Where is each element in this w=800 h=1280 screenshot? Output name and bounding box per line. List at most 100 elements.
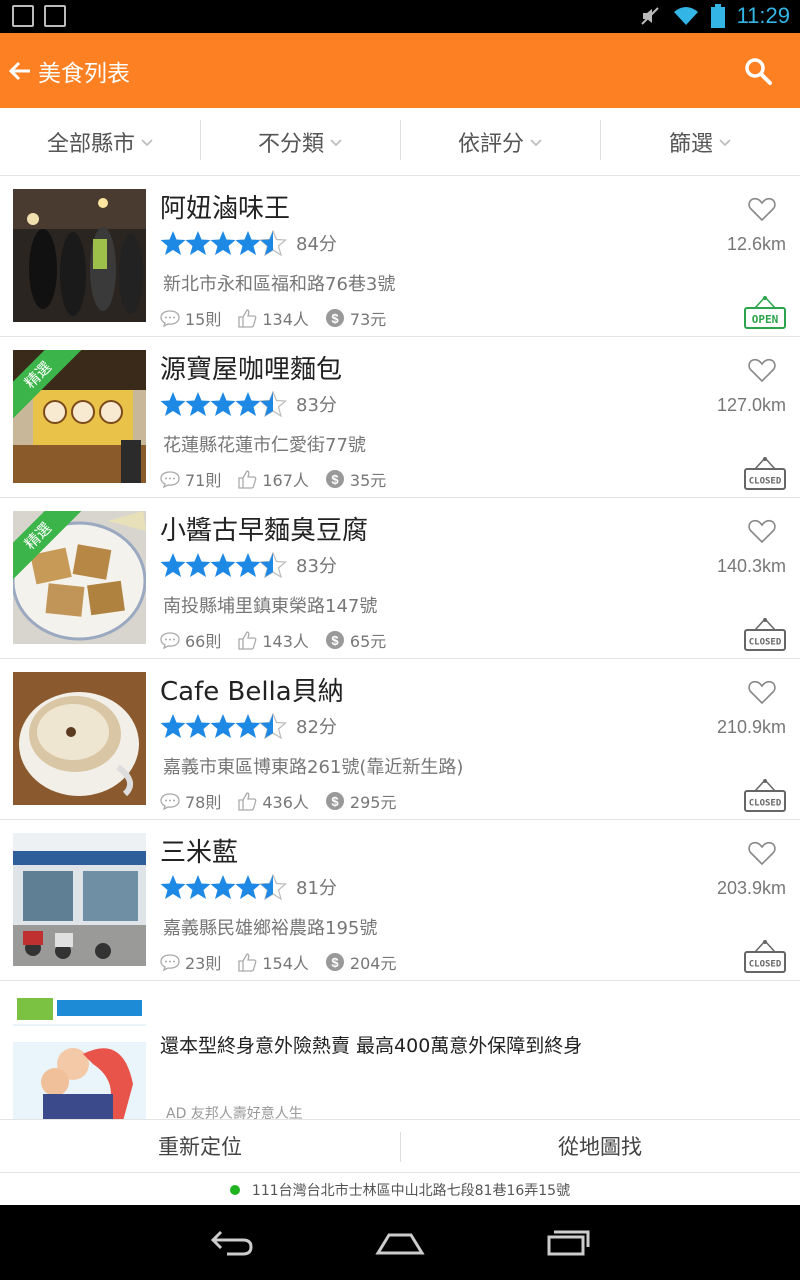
status-bar: 11:29 <box>0 0 800 33</box>
rating-score: 82分 <box>296 717 337 738</box>
restaurant-stats: 15則 134人 $73元 <box>160 306 402 330</box>
restaurant-address: 新北市永和區福和路76巷3號 <box>163 274 396 295</box>
thumbs-up-icon <box>238 631 257 650</box>
heart-icon[interactable] <box>748 679 776 705</box>
star-rating: 81分 <box>160 874 337 900</box>
heart-icon[interactable] <box>748 840 776 866</box>
closed-sign-icon: CLOSED <box>744 457 786 490</box>
svg-text:$: $ <box>331 633 339 648</box>
restaurant-name: 三米藍 <box>160 838 239 868</box>
filter-region-label: 全部縣市 <box>46 131 135 157</box>
app-bar: 美食列表 <box>0 33 800 108</box>
restaurant-stats: 78則 436人 $295元 <box>160 789 412 813</box>
comment-icon <box>160 310 180 327</box>
bottom-action-bar: 重新定位 從地圖找 <box>0 1119 800 1173</box>
ad-text: 還本型終身意外險熱賣 最高400萬意外保障到終身 <box>160 1035 583 1057</box>
dollar-icon: $ <box>325 309 344 327</box>
comment-count: 23則 <box>185 954 222 973</box>
filter-sort-label: 依評分 <box>457 131 524 157</box>
thumbs-up-icon <box>238 470 257 489</box>
star-rating: 83分 <box>160 552 337 578</box>
filter-category-label: 不分類 <box>257 131 324 157</box>
filter-screen-label: 篩選 <box>668 131 713 157</box>
price: 204元 <box>349 954 397 973</box>
distance: 140.3km <box>716 556 786 576</box>
page-title: 美食列表 <box>38 60 130 87</box>
like-count: 167人 <box>262 471 309 490</box>
thumbs-up-icon <box>238 792 257 811</box>
chevron-down-icon <box>530 138 542 146</box>
distance: 210.9km <box>716 717 786 737</box>
restaurant-photo: 精選 <box>13 511 146 644</box>
price: 35元 <box>349 471 387 490</box>
restaurant-stats: 66則 143人 $65元 <box>160 628 402 652</box>
restaurant-stats: 23則 154人 $204元 <box>160 950 412 974</box>
home-nav-icon[interactable] <box>375 1230 425 1256</box>
heart-icon[interactable] <box>748 518 776 544</box>
distance: 203.9km <box>716 878 786 898</box>
filter-screen[interactable]: 篩選 <box>600 108 800 175</box>
list-item[interactable]: 阿妞滷味王 84分 新北市永和區福和路76巷3號 15則 134人 $73元 1… <box>0 176 800 337</box>
restaurant-name: 小醬古早麵臭豆腐 <box>160 516 369 546</box>
list-item[interactable]: 三米藍 81分 嘉義縣民雄鄉裕農路195號 23則 154人 $204元 203… <box>0 820 800 981</box>
closed-sign-icon: CLOSED <box>744 618 786 651</box>
rating-score: 83分 <box>296 395 337 416</box>
location-status-dot <box>229 1184 240 1195</box>
battery-icon <box>710 4 725 28</box>
recents-nav-icon[interactable] <box>545 1229 591 1257</box>
rating-score: 84分 <box>296 234 337 255</box>
back-button[interactable] <box>0 33 40 108</box>
star-rating: 84分 <box>160 230 337 256</box>
current-location-bar: 111台灣台北市士林區中山北路七段81巷16弄15號 <box>0 1174 800 1205</box>
price: 295元 <box>349 793 397 812</box>
filter-region[interactable]: 全部縣市 <box>0 108 200 175</box>
rating-score: 83分 <box>296 556 337 577</box>
restaurant-photo <box>13 189 146 322</box>
comment-icon <box>160 471 180 488</box>
store-notification-icon <box>44 5 66 27</box>
restaurant-list: 阿妞滷味王 84分 新北市永和區福和路76巷3號 15則 134人 $73元 1… <box>0 176 800 1122</box>
like-count: 154人 <box>262 954 309 973</box>
price: 65元 <box>349 632 387 651</box>
like-count: 436人 <box>262 793 309 812</box>
status-text: CLOSED <box>749 799 782 809</box>
svg-text:$: $ <box>331 955 339 970</box>
closed-sign-icon: CLOSED <box>744 940 786 973</box>
like-count: 143人 <box>262 632 309 651</box>
chevron-down-icon <box>719 138 731 146</box>
filter-sort[interactable]: 依評分 <box>400 108 600 175</box>
clock: 11:29 <box>736 3 790 28</box>
search-icon[interactable] <box>742 55 774 87</box>
status-text: CLOSED <box>749 960 782 970</box>
gallery-notification-icon <box>12 5 34 27</box>
list-item[interactable]: Cafe Bella貝納 82分 嘉義市東區博東路261號(靠近新生路) 78則… <box>0 659 800 820</box>
comment-count: 78則 <box>185 793 222 812</box>
restaurant-photo <box>13 833 146 966</box>
dollar-icon: $ <box>325 792 344 810</box>
restaurant-photo <box>13 672 146 805</box>
restaurant-name: Cafe Bella貝納 <box>160 677 344 707</box>
restaurant-address: 嘉義市東區博東路261號(靠近新生路) <box>163 757 464 778</box>
comment-icon <box>160 954 180 971</box>
heart-icon[interactable] <box>748 357 776 383</box>
heart-icon[interactable] <box>748 196 776 222</box>
relocate-button[interactable]: 重新定位 <box>0 1120 400 1172</box>
rating-score: 81分 <box>296 878 337 899</box>
mute-icon <box>640 7 659 25</box>
list-item[interactable]: 精選 小醬古早麵臭豆腐 83分 南投縣埔里鎮東榮路147號 66則 143人 $… <box>0 498 800 659</box>
find-on-map-button[interactable]: 從地圖找 <box>400 1120 800 1172</box>
comment-count: 15則 <box>185 310 222 329</box>
like-count: 134人 <box>262 310 309 329</box>
wifi-icon <box>673 7 698 25</box>
status-text: CLOSED <box>749 477 782 487</box>
filter-category[interactable]: 不分類 <box>200 108 400 175</box>
closed-sign-icon: CLOSED <box>744 779 786 812</box>
ad-image <box>13 994 146 1121</box>
chevron-down-icon <box>330 138 342 146</box>
restaurant-address: 南投縣埔里鎮東榮路147號 <box>163 596 378 617</box>
list-item[interactable]: 精選 源寶屋咖哩麵包 83分 花蓮縣花蓮市仁愛街77號 71則 167人 $35… <box>0 337 800 498</box>
filter-bar: 全部縣市 不分類 依評分 篩選 <box>0 108 800 176</box>
dollar-icon: $ <box>325 953 344 971</box>
back-nav-icon[interactable] <box>209 1228 255 1258</box>
ad-banner[interactable]: 還本型終身意外險熱賣 最高400萬意外保障到終身 AD 友邦人壽好意人生 <box>0 981 800 1122</box>
